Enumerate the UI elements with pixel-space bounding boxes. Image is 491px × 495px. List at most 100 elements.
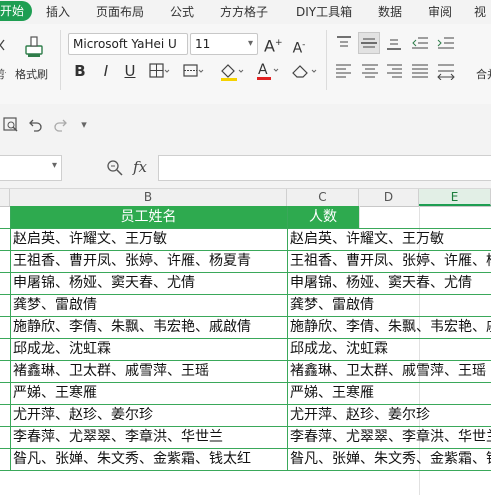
cut-label: 剪切 bbox=[0, 66, 6, 82]
quick-access-bar: ▾ bbox=[0, 104, 491, 147]
fill-color-icon[interactable] bbox=[218, 62, 244, 82]
indent-decrease-icon[interactable] bbox=[410, 34, 430, 52]
cell-c[interactable]: 赵启英、许耀文、王万敏 bbox=[287, 228, 491, 250]
font-color-icon[interactable]: A bbox=[254, 60, 280, 82]
column-header-c[interactable]: C bbox=[287, 189, 359, 206]
decrease-font-icon[interactable]: A- bbox=[290, 36, 308, 58]
align-center-icon[interactable] bbox=[360, 62, 380, 80]
row-border bbox=[0, 426, 491, 427]
chevron-down-icon: ▾ bbox=[51, 160, 57, 171]
row-border bbox=[0, 338, 491, 339]
merge-label[interactable]: 合并 bbox=[476, 66, 491, 82]
menu-tab-insert[interactable]: 插入 bbox=[46, 3, 70, 20]
cell-b[interactable]: 严娣、王寒雁 bbox=[10, 382, 287, 404]
header-cell-count[interactable]: 人数 bbox=[287, 206, 359, 228]
formula-input[interactable] bbox=[158, 155, 491, 181]
font-size-select[interactable]: 11 ▾ bbox=[190, 33, 258, 55]
cell-c[interactable]: 李春萍、尤翠翠、李章洪、华世兰 bbox=[287, 426, 491, 448]
row-border bbox=[0, 404, 491, 405]
ribbon-divider bbox=[60, 30, 61, 90]
font-size-value: 11 bbox=[195, 37, 211, 51]
fx-label[interactable]: fx bbox=[133, 158, 147, 176]
column-header-e[interactable]: E bbox=[419, 189, 491, 206]
font-name-value: Microsoft YaHei U bbox=[73, 37, 177, 51]
cell-b[interactable]: 邱成龙、沈虹霖 bbox=[10, 338, 287, 360]
cell-c[interactable]: 褚鑫琳、卫太群、戚雪萍、王瑶 bbox=[287, 360, 491, 382]
row-border bbox=[0, 360, 491, 361]
name-box[interactable]: ▾ bbox=[0, 155, 62, 181]
cell-b[interactable]: 赵启英、许耀文、王万敏 bbox=[10, 228, 287, 250]
column-header-b[interactable]: B bbox=[10, 189, 287, 206]
column-header-row: B C D E bbox=[0, 189, 491, 207]
zoom-formula-icon[interactable] bbox=[106, 159, 124, 177]
cell-c[interactable]: 申屠锦、杨娅、窦天春、尤倩 bbox=[287, 272, 491, 294]
cell-style-icon[interactable] bbox=[182, 62, 204, 80]
menu-tab-fangfang[interactable]: 方方格子 bbox=[220, 3, 268, 20]
cell-c[interactable]: 王祖香、曹开凤、张婷、许雁、杨夏青 bbox=[287, 250, 491, 272]
menu-tab-home[interactable]: 开始 bbox=[0, 1, 32, 21]
align-middle-icon[interactable] bbox=[358, 32, 380, 54]
column-header-a[interactable] bbox=[0, 189, 10, 206]
undo-icon[interactable] bbox=[28, 116, 44, 132]
cut-icon[interactable] bbox=[0, 38, 8, 54]
chevron-down-icon: ▾ bbox=[247, 38, 253, 49]
cell-b[interactable]: 昝凡、张婵、朱文秀、金紫霜、钱太红 bbox=[10, 448, 287, 470]
menu-tab-view[interactable]: 视 bbox=[474, 3, 486, 20]
row-border bbox=[0, 448, 491, 449]
font-name-select[interactable]: Microsoft YaHei U bbox=[68, 33, 188, 55]
cell-c[interactable]: 龚梦、雷啟倩 bbox=[287, 294, 491, 316]
row-border bbox=[0, 228, 491, 229]
cell-c[interactable]: 邱成龙、沈虹霖 bbox=[287, 338, 491, 360]
italic-icon[interactable]: I bbox=[98, 62, 114, 80]
justify-icon[interactable] bbox=[410, 62, 430, 80]
bold-icon[interactable]: B bbox=[72, 62, 88, 80]
row-border bbox=[0, 316, 491, 317]
cell-b[interactable]: 尤开萍、赵珍、姜尔珍 bbox=[10, 404, 287, 426]
menu-tab-data[interactable]: 数据 bbox=[378, 3, 402, 20]
row-border bbox=[0, 382, 491, 383]
cell-b[interactable]: 王祖香、曹开凤、张婷、许雁、杨夏青 bbox=[10, 250, 287, 272]
customize-toolbar-icon[interactable]: ▾ bbox=[78, 116, 90, 134]
cell-c[interactable]: 昝凡、张婵、朱文秀、金紫霜、钱太红 bbox=[287, 448, 491, 470]
align-left-icon[interactable] bbox=[334, 62, 354, 80]
align-bottom-icon[interactable] bbox=[384, 34, 404, 52]
column-border bbox=[10, 206, 11, 471]
indent-increase-icon[interactable] bbox=[436, 34, 456, 52]
header-cell-employee-names[interactable]: 员工姓名 bbox=[10, 206, 287, 228]
cell-c[interactable]: 尤开萍、赵珍、姜尔珍 bbox=[287, 404, 491, 426]
menu-tab-formulas[interactable]: 公式 bbox=[170, 3, 194, 20]
menu-tab-page-layout[interactable]: 页面布局 bbox=[96, 3, 144, 20]
cell-c[interactable]: 施静欣、李倩、朱飘、韦宏艳、戚啟倩 bbox=[287, 316, 491, 338]
increase-font-icon[interactable]: A+ bbox=[264, 34, 283, 55]
border-icon[interactable] bbox=[148, 62, 170, 80]
cell-c[interactable]: 严娣、王寒雁 bbox=[287, 382, 491, 404]
ribbon-divider bbox=[326, 30, 327, 90]
menu-tab-diy-toolbox[interactable]: DIY工具箱 bbox=[296, 3, 352, 20]
cell-b[interactable]: 龚梦、雷啟倩 bbox=[10, 294, 287, 316]
distributed-align-icon[interactable] bbox=[436, 62, 456, 80]
redo-icon[interactable] bbox=[52, 116, 68, 132]
print-preview-icon[interactable] bbox=[2, 116, 20, 134]
align-right-icon[interactable] bbox=[384, 62, 404, 80]
formula-value bbox=[159, 161, 163, 175]
cell-b[interactable]: 施静欣、李倩、朱飘、韦宏艳、戚啟倩 bbox=[10, 316, 287, 338]
cell-b[interactable]: 李春萍、尤翠翠、李章洪、华世兰 bbox=[10, 426, 287, 448]
cell-b[interactable]: 褚鑫琳、卫太群、戚雪萍、王瑶 bbox=[10, 360, 287, 382]
worksheet-grid: 员工姓名 人数 赵启英、许耀文、王万敏 赵启英、许耀文、王万敏 王祖香、曹开凤、… bbox=[0, 206, 491, 495]
cell-b[interactable]: 申屠锦、杨娅、窦天春、尤倩 bbox=[10, 272, 287, 294]
row-border bbox=[0, 272, 491, 273]
row-border bbox=[0, 294, 491, 295]
menu-tab-review[interactable]: 审阅 bbox=[428, 3, 452, 20]
gridline bbox=[359, 206, 360, 228]
clear-format-icon[interactable] bbox=[290, 62, 318, 80]
row-border bbox=[0, 250, 491, 251]
underline-icon[interactable]: U bbox=[122, 62, 138, 80]
menu-bar: 开始 插入 页面布局 公式 方方格子 DIY工具箱 数据 审阅 视 bbox=[0, 0, 491, 24]
row-border bbox=[0, 470, 491, 471]
format-painter-icon[interactable] bbox=[22, 34, 46, 60]
align-top-icon[interactable] bbox=[334, 34, 354, 52]
format-painter-label[interactable]: 格式刷 bbox=[15, 66, 48, 82]
ribbon: 剪切 格式刷 Microsoft YaHei U 11 ▾ A+ A- B I … bbox=[0, 24, 491, 105]
svg-text:A: A bbox=[258, 62, 268, 78]
column-header-d[interactable]: D bbox=[359, 189, 419, 206]
